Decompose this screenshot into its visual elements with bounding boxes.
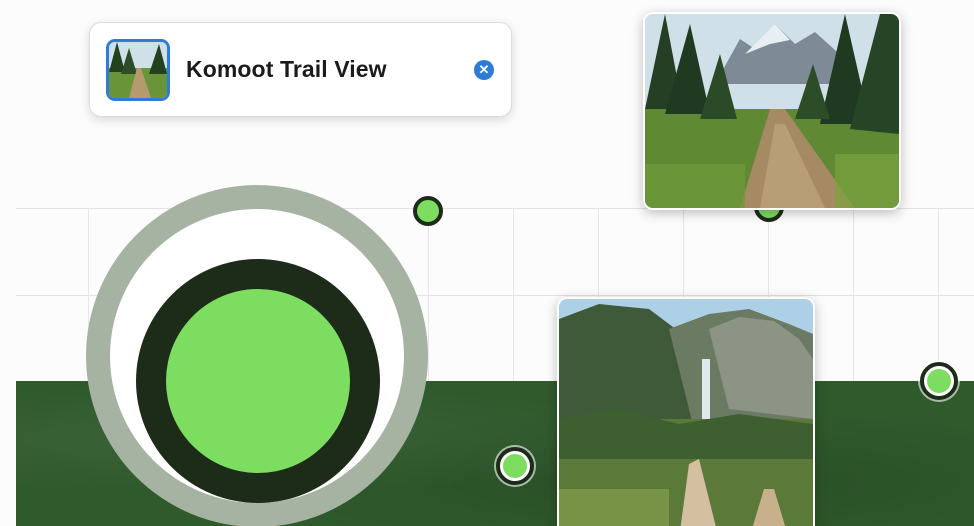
waypoint-marker[interactable] <box>496 447 534 485</box>
waypoint-marker[interactable] <box>413 196 443 226</box>
map-view[interactable]: Komoot Trail View ✕ <box>0 0 974 526</box>
mountain-trail-photo[interactable] <box>643 12 901 210</box>
waterfall-valley-photo[interactable] <box>557 297 815 526</box>
waypoint-marker[interactable] <box>920 362 958 400</box>
trail-info-card[interactable]: Komoot Trail View ✕ <box>89 22 512 117</box>
trail-image <box>645 14 899 208</box>
thumbnail-image <box>109 42 167 98</box>
marker-center <box>166 289 350 473</box>
trail-title: Komoot Trail View <box>186 56 387 82</box>
valley-image <box>559 299 813 526</box>
trail-thumbnail[interactable] <box>106 39 170 101</box>
close-icon[interactable]: ✕ <box>474 60 494 80</box>
